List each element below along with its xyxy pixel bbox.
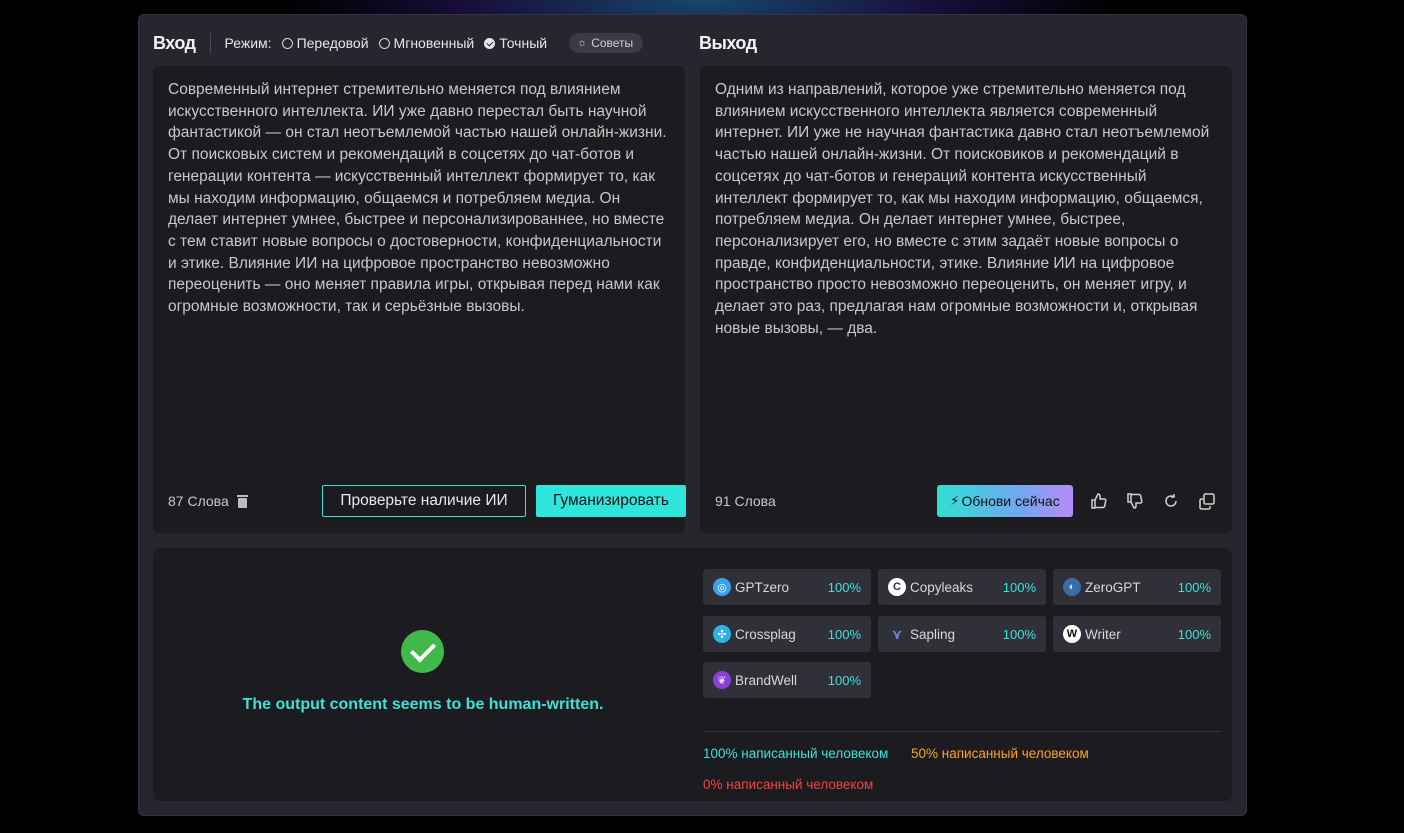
- detector-brandwell: ❦ BrandWell 100%: [703, 662, 871, 698]
- detector-name: GPTzero: [735, 579, 790, 595]
- humanizer-app: Вход Режим: Передовой Мгновенный Точный …: [138, 14, 1247, 816]
- radio-icon: [281, 37, 293, 49]
- output-footer: 91 Слова ⚡ Обнови сейчас: [715, 485, 1217, 517]
- input-word-count-text: 87 Слова: [168, 493, 229, 509]
- detector-gptzero: ◎ GPTzero 100%: [703, 569, 871, 605]
- copy-icon[interactable]: [1198, 492, 1216, 510]
- writer-logo-icon: W: [1063, 625, 1081, 643]
- input-panel: Современный интернет стремительно меняет…: [153, 66, 686, 533]
- output-text: Одним из направлений, которое уже стреми…: [715, 81, 1210, 337]
- detector-name: BrandWell: [735, 672, 798, 688]
- tips-label: Советы: [591, 36, 634, 50]
- mode-radio-label: Передовой: [296, 35, 369, 51]
- detector-score: 100%: [1002, 626, 1036, 642]
- detector-sapling: ⋎ Sapling 100%: [878, 616, 1046, 652]
- radio-checked-icon: [484, 37, 496, 49]
- output-word-count: 91 Слова: [715, 493, 776, 509]
- update-now-button[interactable]: ⚡ Обнови сейчас: [937, 485, 1073, 517]
- gptzero-logo-icon: ◎: [713, 578, 731, 596]
- crossplag-logo-icon: ✣: [713, 625, 731, 643]
- input-textarea[interactable]: Современный интернет стремительно меняет…: [168, 79, 668, 318]
- legend-mixed: 50% написанный человеком: [911, 746, 1089, 761]
- detector-score: 100%: [827, 672, 861, 688]
- detector-name: Writer: [1085, 626, 1121, 642]
- mode-radio-instant[interactable]: Мгновенный: [378, 35, 475, 51]
- detector-score: 100%: [827, 579, 861, 595]
- regenerate-icon[interactable]: [1162, 492, 1180, 510]
- output-panel: Одним из направлений, которое уже стреми…: [700, 66, 1232, 533]
- lightning-icon: ⚡: [950, 493, 960, 508]
- mode-radio-label: Мгновенный: [393, 35, 475, 51]
- legend-human: 100% написанный человеком: [703, 746, 889, 761]
- detector-name: ZeroGPT: [1085, 579, 1141, 595]
- detector-score: 100%: [1177, 579, 1211, 595]
- check-ai-button[interactable]: Проверьте наличие ИИ: [322, 485, 526, 517]
- input-footer: 87 Слова Проверьте наличие ИИ Гуманизиро…: [168, 485, 686, 517]
- mode-label: Режим:: [224, 35, 272, 51]
- mode-radio-advanced[interactable]: Передовой: [281, 35, 369, 51]
- mode-radio-label: Точный: [499, 35, 548, 51]
- update-now-label: Обнови сейчас: [961, 493, 1060, 509]
- thumbs-up-icon[interactable]: [1090, 492, 1108, 510]
- sapling-logo-icon: ⋎: [891, 625, 903, 642]
- mode-radio-precise[interactable]: Точный: [484, 35, 547, 51]
- header-divider: [209, 33, 211, 53]
- input-title: Вход: [153, 32, 196, 53]
- lightbulb-icon: ☼: [577, 37, 588, 49]
- detector-crossplag: ✣ Crossplag 100%: [703, 616, 871, 652]
- detection-result-panel: The output content seems to be human-wri…: [153, 548, 1232, 801]
- input-word-count: 87 Слова: [168, 493, 248, 509]
- trash-icon[interactable]: [236, 494, 248, 508]
- detector-zerogpt: ◐ ZeroGPT 100%: [1053, 569, 1221, 605]
- brandwell-logo-icon: ❦: [713, 671, 731, 689]
- tips-button[interactable]: ☼ Советы: [569, 33, 644, 53]
- detector-name: Copyleaks: [910, 579, 974, 595]
- detector-writer: W Writer 100%: [1053, 616, 1221, 652]
- humanize-button[interactable]: Гуманизировать: [536, 485, 686, 517]
- thumbs-down-icon[interactable]: [1126, 492, 1144, 510]
- detector-copyleaks: C Copyleaks 100%: [878, 569, 1046, 605]
- radio-icon: [378, 37, 390, 49]
- check-circle-icon: [401, 630, 444, 673]
- input-header: Вход Режим: Передовой Мгновенный Точный …: [153, 32, 644, 53]
- detector-score: 100%: [1002, 579, 1036, 595]
- detector-name: Sapling: [910, 626, 956, 642]
- zerogpt-logo-icon: ◐: [1063, 578, 1081, 596]
- copyleaks-logo-icon: C: [888, 578, 906, 596]
- detector-name: Crossplag: [735, 626, 796, 642]
- output-title: Выход: [699, 32, 757, 53]
- output-header: Выход: [699, 33, 757, 53]
- detector-score: 100%: [1177, 626, 1211, 642]
- detector-score: 100%: [827, 626, 861, 642]
- legend-ai: 0% написанный человеком: [703, 777, 874, 792]
- legend-divider: [703, 731, 1221, 732]
- verdict-text: The output content seems to be human-wri…: [242, 696, 604, 713]
